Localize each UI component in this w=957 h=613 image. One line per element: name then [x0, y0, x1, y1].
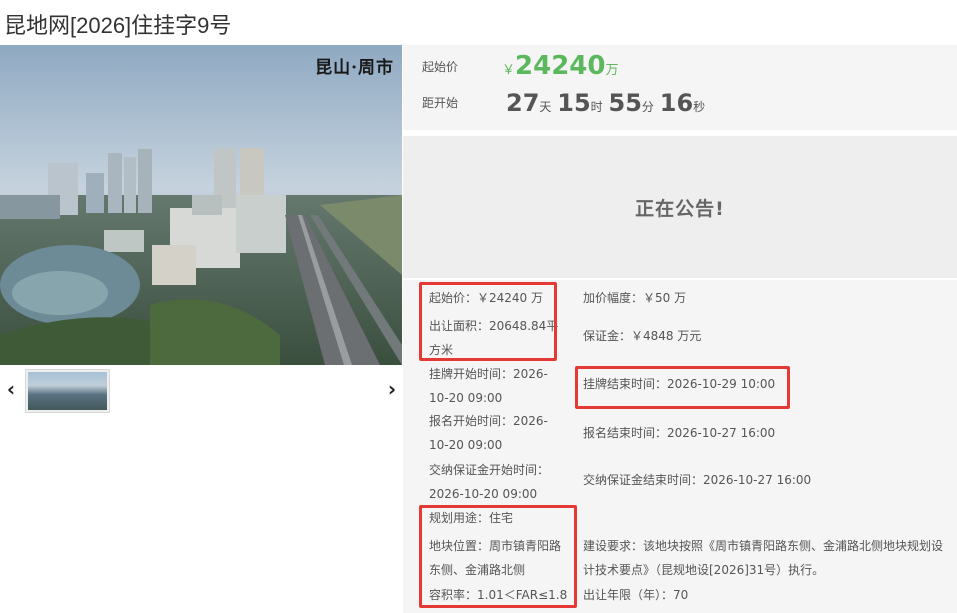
detail-listing-start: 挂牌开始时间：2026- 10-20 09:00: [429, 362, 548, 410]
thumbnail-image: [28, 372, 107, 410]
detail-value: ￥50 万: [643, 291, 687, 305]
page-title: 昆地网[2026]住挂字9号: [4, 13, 232, 38]
detail-usage: 规划用途：住宅: [429, 506, 513, 530]
detail-value-cont: 方米: [429, 343, 454, 357]
countdown-days: 27: [506, 89, 540, 117]
detail-value: 住宅: [489, 511, 514, 525]
detail-value: 2026-: [513, 414, 548, 428]
detail-listing-end: 挂牌结束时间：2026-10-29 10:00: [583, 372, 775, 396]
gallery-next-button[interactable]: ›: [383, 378, 401, 400]
start-price-label: 起始价: [422, 60, 459, 74]
detail-label: 报名开始时间：: [429, 414, 514, 428]
detail-value: 周市镇青阳路: [489, 539, 562, 553]
detail-area: 出让面积：20648.84平 方米: [429, 314, 558, 362]
start-price-value: 24240: [515, 51, 606, 81]
detail-far: 容积率：1.01＜FAR≤1.8: [429, 583, 567, 607]
start-price-unit: 万: [605, 63, 619, 78]
detail-value-cont: 10-20 09:00: [429, 438, 503, 452]
status-panel: 正在公告!: [403, 136, 957, 278]
detail-value: 20648.84平: [489, 319, 559, 333]
detail-label: 建设要求：: [583, 539, 644, 553]
detail-value: 2026-10-27 16:00: [703, 473, 812, 487]
detail-value: ￥4848 万元: [631, 329, 702, 343]
detail-value: 2026-10-20 09:00: [429, 487, 538, 501]
countdown-minutes: 55: [608, 89, 642, 117]
detail-location: 地块位置：周市镇青阳路 东侧、金浦路北侧: [429, 534, 561, 582]
detail-signup-end: 报名结束时间：2026-10-27 16:00: [583, 421, 775, 445]
detail-value: ￥24240 万: [477, 291, 544, 305]
detail-label: 规划用途：: [429, 511, 490, 525]
detail-term: 出让年限（年）：70: [583, 583, 688, 607]
detail-label: 交纳保证金结束时间：: [583, 473, 704, 487]
detail-build-requirements: 建设要求：该地块按照《周市镇青阳路东侧、金浦路北侧地块规划设 计技术要点》（昆规…: [583, 534, 943, 582]
detail-deposit-start: 交纳保证金开始时间： 2026-10-20 09:00: [429, 458, 549, 506]
detail-label: 加价幅度：: [583, 291, 644, 305]
detail-label: 出让面积：: [429, 319, 490, 333]
detail-value: 2026-10-29 10:00: [667, 377, 776, 391]
detail-label: 保证金：: [583, 329, 632, 343]
detail-label: 交纳保证金开始时间：: [429, 463, 550, 477]
status-text: 正在公告!: [635, 197, 725, 220]
countdown-timer: 27天 15时 55分 16秒: [506, 89, 707, 117]
photo-caption: 昆山·周市: [315, 58, 394, 78]
aerial-city-image: [0, 45, 402, 365]
countdown-minutes-unit: 分: [641, 100, 654, 114]
detail-start-price: 起始价：￥24240 万: [429, 286, 543, 310]
detail-value: 2026-: [513, 367, 548, 381]
detail-label: 容积率：: [429, 588, 478, 602]
gallery-thumbnail[interactable]: [25, 369, 110, 413]
parcel-details: 起始价：￥24240 万 加价幅度：￥50 万 出让面积：20648.84平 方…: [403, 280, 957, 613]
detail-label: 地块位置：: [429, 539, 490, 553]
currency-symbol: ￥: [502, 63, 516, 78]
detail-value-cont: 东侧、金浦路北侧: [429, 563, 526, 577]
detail-increment: 加价幅度：￥50 万: [583, 286, 686, 310]
detail-value-cont: 计技术要点》（昆规地设[2026]31号）执行。: [583, 563, 825, 577]
detail-deposit: 保证金：￥4848 万元: [583, 324, 701, 348]
detail-value: 70: [673, 588, 689, 602]
detail-signup-start: 报名开始时间：2026- 10-20 09:00: [429, 409, 548, 457]
detail-label: 起始价：: [429, 291, 478, 305]
gallery-prev-button[interactable]: ‹: [2, 378, 20, 400]
countdown-days-unit: 天: [539, 100, 552, 114]
detail-value-cont: 10-20 09:00: [429, 391, 503, 405]
detail-value: 1.01＜FAR≤1.8: [477, 588, 568, 602]
countdown-label: 距开始: [422, 96, 459, 110]
countdown-seconds: 16: [659, 89, 694, 117]
start-price-display: ￥24240万: [502, 51, 619, 81]
chevron-left-icon: ‹: [6, 377, 16, 401]
detail-label: 挂牌结束时间：: [583, 377, 668, 391]
countdown-hours: 15: [557, 89, 591, 117]
detail-label: 报名结束时间：: [583, 426, 668, 440]
chevron-right-icon: ›: [387, 377, 397, 401]
parcel-photo: 昆山·周市: [0, 45, 402, 365]
price-panel: 起始价 ￥24240万 距开始 27天 15时 55分 16秒: [403, 45, 957, 130]
detail-label: 挂牌开始时间：: [429, 367, 514, 381]
detail-label: 出让年限（年）：: [583, 588, 674, 602]
detail-value: 2026-10-27 16:00: [667, 426, 776, 440]
detail-value: 该地块按照《周市镇青阳路东侧、金浦路北侧地块规划设: [643, 539, 944, 553]
countdown-hours-unit: 时: [590, 100, 603, 114]
countdown-seconds-unit: 秒: [693, 100, 706, 114]
detail-deposit-end: 交纳保证金结束时间：2026-10-27 16:00: [583, 468, 811, 492]
